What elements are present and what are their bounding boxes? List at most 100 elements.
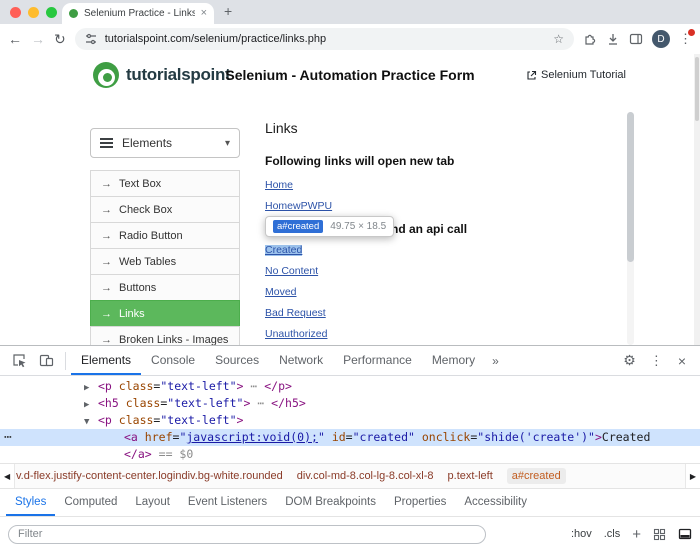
profile-avatar[interactable]: D	[652, 30, 670, 48]
url-text[interactable]: tutorialspoint.com/selenium/practice/lin…	[105, 33, 546, 45]
back-button[interactable]: ←	[8, 32, 22, 46]
address-bar[interactable]: tutorialspoint.com/selenium/practice/lin…	[75, 28, 574, 50]
new-tab-button[interactable]: +	[224, 3, 232, 19]
devtools-toolbar: ElementsConsoleSourcesNetworkPerformance…	[0, 346, 700, 376]
dom-tree-node[interactable]: </a> == $0	[0, 446, 700, 463]
page-link[interactable]: Bad Request	[265, 308, 326, 319]
tab-close-icon[interactable]: ×	[201, 8, 207, 19]
page-link[interactable]: Unauthorized	[265, 329, 327, 340]
code-token-attr: class	[126, 396, 161, 410]
styles-pane-tab[interactable]: Styles	[6, 489, 55, 516]
page-viewport: tutorialspoint Selenium - Automation Pra…	[0, 54, 700, 345]
breadcrumb: v.d-flex.justify-content-center.logindiv…	[16, 468, 566, 484]
sidebar-item[interactable]: → Broken Links - Images	[90, 326, 240, 345]
site-settings-icon[interactable]	[85, 33, 97, 45]
sidebar-item-label: Buttons	[119, 282, 156, 294]
code-token-tag: </h5>	[271, 396, 306, 410]
code-token-attr: id	[332, 430, 346, 444]
elements-dropdown[interactable]: Elements ▾	[90, 128, 240, 158]
page-link[interactable]: Created	[265, 245, 302, 256]
sidebar-item[interactable]: → Links	[90, 300, 240, 327]
arrow-right-icon: →	[101, 282, 112, 294]
tooltip-selector: a#created	[273, 220, 323, 233]
window-close-button[interactable]	[10, 7, 21, 18]
dom-tree-node[interactable]: <a href="javascript:void(0);" id="create…	[0, 429, 700, 446]
more-tabs-icon[interactable]: »	[485, 354, 506, 368]
pseudo-state-toggle[interactable]: :hov	[571, 528, 592, 540]
device-toolbar-icon[interactable]	[33, 353, 60, 368]
devtools-close-icon[interactable]: ×	[670, 353, 694, 369]
breadcrumb-item[interactable]: v.d-flex.justify-content-center.logindiv…	[16, 470, 283, 482]
new-style-rule-icon[interactable]: +	[632, 527, 641, 542]
arrow-right-icon: →	[101, 230, 112, 242]
browser-tab[interactable]: Selenium Practice - Links ×	[62, 3, 214, 24]
styles-filter-input[interactable]	[8, 525, 486, 544]
page-link[interactable]: HomewPWPU	[265, 201, 332, 212]
chrome-menu-button[interactable]: ⋮	[679, 31, 692, 47]
sidebar-item[interactable]: → Text Box	[90, 170, 240, 197]
brand-name: tutorialspoint	[126, 65, 230, 85]
sidebar-item-label: Web Tables	[119, 256, 176, 268]
page-link[interactable]: No Content	[265, 266, 318, 277]
new-tab-section-title: Following links will open new tab	[265, 154, 595, 168]
downloads-icon[interactable]	[606, 32, 620, 46]
styles-pane-tab[interactable]: Layout	[126, 489, 179, 516]
dom-tree-node[interactable]: ▶<h5 class="text-left"> ⋯ </h5>	[0, 395, 700, 412]
window-scrollbar[interactable]	[694, 54, 700, 345]
styles-pane-tab[interactable]: Computed	[55, 489, 126, 516]
dom-tree-node[interactable]: ▼<p class="text-left">	[0, 412, 700, 429]
devtools-tab[interactable]: Console	[141, 346, 205, 375]
window-scrollbar-thumb[interactable]	[695, 57, 699, 121]
breadcrumb-item[interactable]: p.text-left	[448, 470, 493, 482]
sidebar-item[interactable]: → Radio Button	[90, 222, 240, 249]
links-content: Links Following links will open new tab …	[265, 120, 595, 345]
forward-button[interactable]: →	[31, 32, 45, 46]
site-logo[interactable]: tutorialspoint	[93, 62, 230, 88]
sidebar-item[interactable]: → Web Tables	[90, 248, 240, 275]
styles-pane-tab[interactable]: Event Listeners	[179, 489, 276, 516]
reload-button[interactable]: ↻	[54, 32, 66, 46]
breadcrumb-bar: ◀ v.d-flex.justify-content-center.logind…	[0, 463, 700, 488]
code-token-tag: >	[595, 430, 602, 444]
devtools-tab[interactable]: Performance	[333, 346, 422, 375]
code-token-dim: == $0	[159, 447, 194, 461]
tree-expand-arrow-icon[interactable]: ▼	[84, 414, 98, 431]
settings-gear-icon[interactable]: ⚙	[616, 352, 643, 369]
node-overflow-menu-icon[interactable]: ⋯	[4, 429, 12, 446]
styles-pane-tab[interactable]: Accessibility	[455, 489, 536, 516]
window-minimize-button[interactable]	[28, 7, 39, 18]
inspect-element-icon[interactable]	[6, 353, 33, 368]
window-zoom-button[interactable]	[46, 7, 57, 18]
page-scrollbar[interactable]	[627, 112, 634, 345]
page-scrollbar-thumb[interactable]	[627, 112, 634, 262]
styles-pane-tab[interactable]: DOM Breakpoints	[276, 489, 385, 516]
breadcrumb-item[interactable]: div.col-md-8.col-lg-8.col-xl-8	[297, 470, 434, 482]
devtools-menu-icon[interactable]: ⋮	[643, 353, 670, 369]
breadcrumb-scroll-left-icon[interactable]: ◀	[0, 464, 15, 488]
side-panel-icon[interactable]	[629, 32, 643, 46]
page-link[interactable]: Moved	[265, 287, 297, 298]
devtools-tab[interactable]: Memory	[422, 346, 485, 375]
breadcrumb-item[interactable]: a#created	[507, 468, 566, 484]
grid-overlay-icon[interactable]	[653, 528, 666, 541]
styles-pane-tab[interactable]: Properties	[385, 489, 455, 516]
devtools-tab[interactable]: Sources	[205, 346, 269, 375]
selenium-tutorial-link[interactable]: Selenium Tutorial	[526, 69, 626, 81]
dom-tree-node[interactable]: ▶<p class="text-left"> ⋯ </p>	[0, 378, 700, 395]
dock-side-icon[interactable]	[678, 527, 692, 541]
devtools-tab[interactable]: Network	[269, 346, 333, 375]
extensions-icon[interactable]	[583, 32, 597, 46]
code-token-tag: >	[237, 413, 244, 427]
code-token-tag: </p>	[264, 379, 292, 393]
code-token-dim: ⋯	[250, 396, 271, 410]
breadcrumb-scroll-right-icon[interactable]: ▶	[685, 464, 700, 488]
devtools-tab[interactable]: Elements	[71, 346, 141, 375]
bookmark-star-icon[interactable]: ☆	[553, 32, 564, 46]
sidebar-item-label: Links	[119, 308, 145, 320]
sidebar-item[interactable]: → Check Box	[90, 196, 240, 223]
page-link[interactable]: Home	[265, 180, 293, 191]
hamburger-icon	[100, 142, 113, 144]
code-token-attr: href	[145, 430, 173, 444]
sidebar-item[interactable]: → Buttons	[90, 274, 240, 301]
element-class-toggle[interactable]: .cls	[604, 528, 621, 540]
